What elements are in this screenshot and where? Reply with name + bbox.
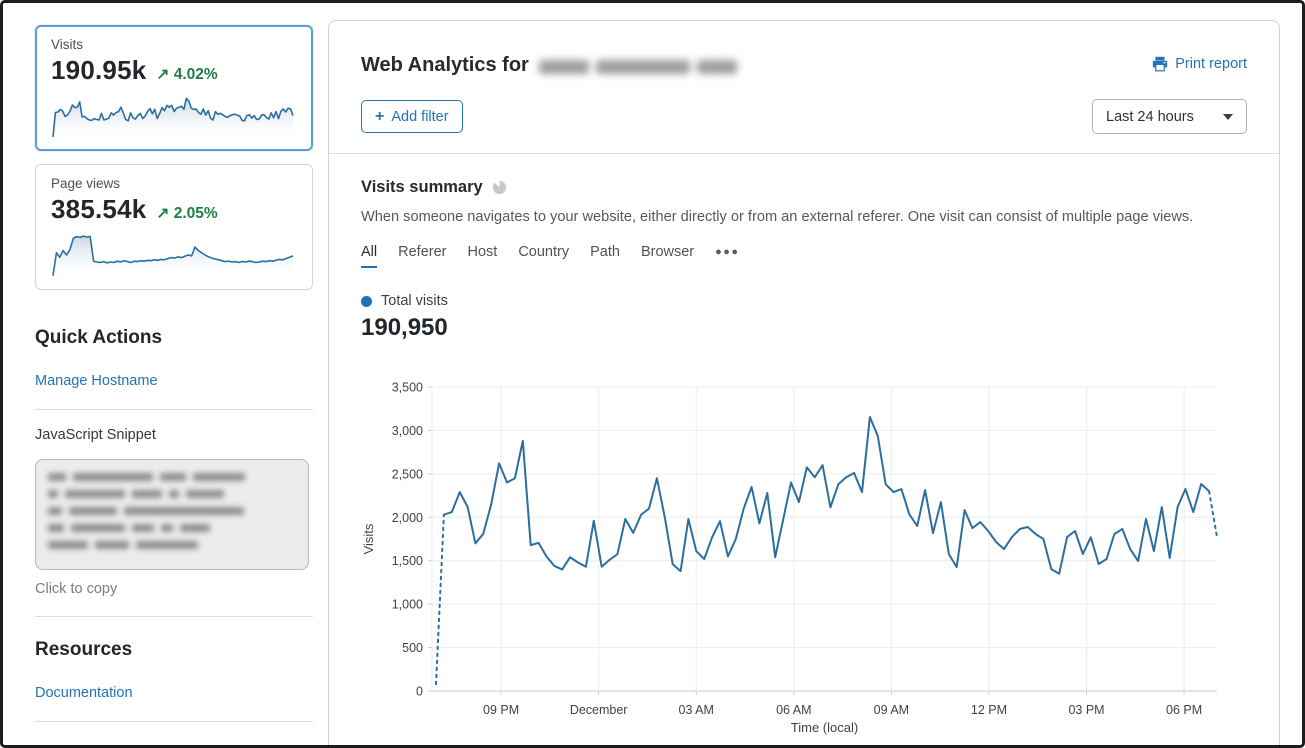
svg-text:06 PM: 06 PM [1166, 703, 1202, 717]
documentation-link[interactable]: Documentation [35, 685, 133, 701]
total-visits-value: 190,950 [361, 314, 1247, 342]
svg-text:Time (local): Time (local) [791, 720, 858, 735]
print-report-link[interactable]: Print report [1152, 56, 1247, 72]
svg-text:1,000: 1,000 [392, 598, 423, 612]
add-filter-button[interactable]: + Add filter [361, 100, 463, 133]
main-panel: Web Analytics for Print report + Add fil… [328, 20, 1280, 748]
plus-icon: + [375, 109, 384, 125]
summary-tabs: All Referer Host Country Path Browser ●●… [361, 244, 1247, 268]
svg-text:2,500: 2,500 [392, 467, 423, 481]
svg-text:03 PM: 03 PM [1068, 703, 1104, 717]
visits-summary-description: When someone navigates to your website, … [361, 209, 1247, 225]
visits-card-delta: ↗ 4.02% [156, 65, 217, 84]
svg-text:0: 0 [416, 685, 423, 699]
visits-line-chart: 0 500 1,000 1,500 2,000 2,500 3,000 3,500 09 PM D… [361, 377, 1219, 737]
tab-browser[interactable]: Browser [641, 244, 694, 268]
svg-text:12 PM: 12 PM [971, 703, 1007, 717]
tab-all[interactable]: All [361, 244, 377, 268]
svg-text:3,000: 3,000 [392, 424, 423, 438]
time-range-dropdown[interactable]: Last 24 hours [1092, 99, 1247, 134]
divider [35, 721, 313, 722]
app-window: Visits 190.95k ↗ 4.02% Page views 385.54… [0, 0, 1305, 748]
svg-text:3,500: 3,500 [392, 381, 423, 395]
tab-referer[interactable]: Referer [398, 244, 446, 268]
page-views-card-delta: ↗ 2.05% [156, 204, 217, 223]
javascript-snippet-box[interactable] [35, 459, 309, 570]
up-arrow-icon: ↗ [156, 205, 169, 222]
redacted-domain [539, 60, 737, 74]
stat-card-page-views[interactable]: Page views 385.54k ↗ 2.05% [35, 164, 313, 290]
svg-text:09 AM: 09 AM [874, 703, 909, 717]
page-title: Web Analytics for [361, 54, 737, 77]
svg-text:2,000: 2,000 [392, 511, 423, 525]
svg-text:09 PM: 09 PM [483, 703, 519, 717]
quick-actions-section: Quick Actions Manage Hostname JavaScript… [35, 327, 313, 617]
visits-card-value: 190.95k [51, 55, 146, 86]
chevron-down-icon [1223, 114, 1233, 120]
svg-text:03 AM: 03 AM [679, 703, 714, 717]
sidebar: Visits 190.95k ↗ 4.02% Page views 385.54… [35, 25, 313, 722]
divider [35, 616, 313, 617]
manage-hostname-link[interactable]: Manage Hostname [35, 373, 158, 389]
legend-label: Total visits [381, 293, 448, 309]
tab-path[interactable]: Path [590, 244, 620, 268]
time-range-value: Last 24 hours [1106, 109, 1194, 125]
visits-card-label: Visits [51, 37, 297, 52]
svg-text:December: December [570, 703, 628, 717]
stat-card-visits[interactable]: Visits 190.95k ↗ 4.02% [35, 25, 313, 151]
svg-text:1,500: 1,500 [392, 554, 423, 568]
svg-text:500: 500 [402, 641, 423, 655]
page-views-card-label: Page views [51, 176, 297, 191]
up-arrow-icon: ↗ [156, 66, 169, 83]
visits-summary-title: Visits summary [361, 178, 483, 197]
svg-text:Visits: Visits [361, 523, 376, 554]
printer-icon [1152, 56, 1168, 72]
page-views-sparkline-chart [51, 229, 295, 281]
pie-chart-icon [492, 180, 507, 195]
javascript-snippet-label: JavaScript Snippet [35, 427, 313, 443]
more-tabs-ellipsis-icon[interactable]: ●●● [715, 246, 739, 266]
tab-country[interactable]: Country [518, 244, 569, 268]
click-to-copy-hint: Click to copy [35, 581, 313, 597]
resources-title: Resources [35, 639, 313, 661]
chart-legend: Total visits [361, 293, 1247, 309]
svg-text:06 AM: 06 AM [776, 703, 811, 717]
visits-summary-section: Visits summary When someone navigates to… [329, 154, 1279, 342]
resources-section: Resources Documentation [35, 639, 313, 722]
tab-host[interactable]: Host [467, 244, 497, 268]
quick-actions-title: Quick Actions [35, 327, 313, 349]
page-views-card-value: 385.54k [51, 194, 146, 225]
visits-chart: 0 500 1,000 1,500 2,000 2,500 3,000 3,500 09 PM D… [361, 377, 1219, 742]
divider [35, 409, 313, 410]
legend-dot-icon [361, 296, 372, 307]
visits-sparkline-chart [51, 90, 295, 142]
